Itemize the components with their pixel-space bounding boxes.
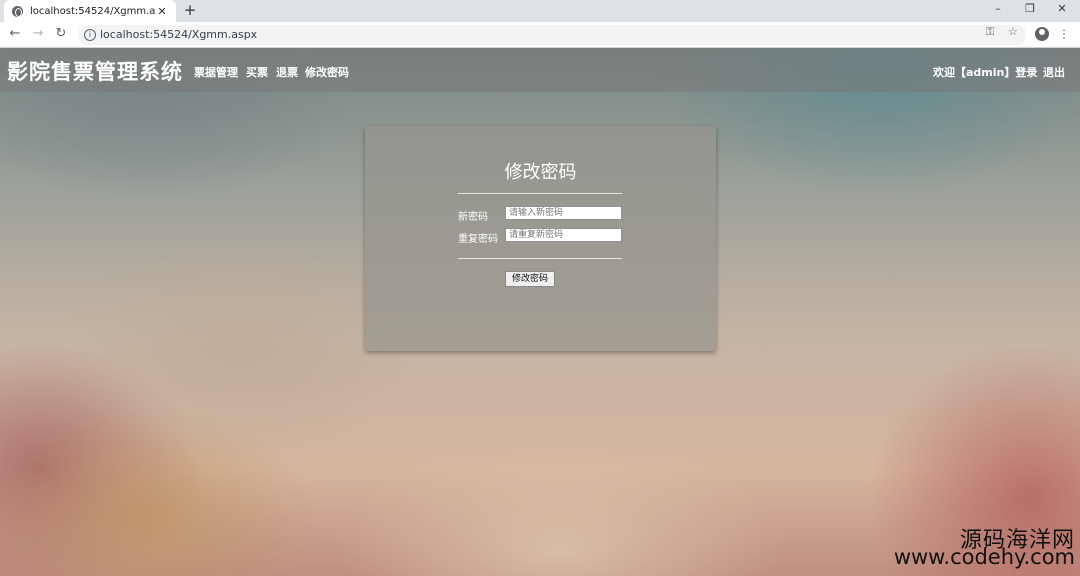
key-icon[interactable]: ⚿ [986, 25, 994, 39]
reload-icon[interactable]: ↻ [53, 26, 69, 42]
close-window-button[interactable]: ✕ [1046, 0, 1078, 20]
address-bar[interactable]: i localhost:54524/Xgmm.aspx [78, 25, 1026, 45]
nav-ticket-management[interactable]: 票据管理 [194, 64, 238, 80]
browser-tab-strip: localhost:54524/Xgmm.aspx ✕ + – ❐ ✕ [0, 0, 1080, 22]
nav-refund-ticket[interactable]: 退票 [276, 64, 298, 80]
address-url[interactable]: localhost:54524/Xgmm.aspx [100, 28, 257, 41]
new-password-input[interactable] [505, 206, 622, 220]
info-icon[interactable]: i [84, 29, 96, 41]
watermark-url: www.codehy.com [893, 545, 1075, 569]
forward-icon[interactable]: → [30, 26, 46, 42]
tab-close-icon[interactable]: ✕ [156, 5, 168, 18]
repeat-password-label: 重复密码 [458, 234, 498, 245]
back-icon[interactable]: ← [7, 26, 23, 42]
repeat-password-input[interactable] [505, 228, 622, 242]
new-tab-button[interactable]: + [182, 2, 198, 18]
nav-buy-ticket[interactable]: 买票 [246, 64, 268, 80]
browser-toolbar: ← → ↻ i localhost:54524/Xgmm.aspx ⚿ ☆ ⋮ [0, 22, 1080, 48]
change-password-panel: 修改密码 新密码 重复密码 修改密码 [365, 126, 716, 351]
minimize-button[interactable]: – [982, 0, 1014, 20]
page-background: 影院售票管理系统 票据管理 买票 退票 修改密码 欢迎【admin】登录 退出 … [0, 48, 1080, 576]
site-title: 影院售票管理系统 [7, 60, 183, 84]
tab-title: localhost:54524/Xgmm.aspx [30, 5, 156, 17]
menu-icon[interactable]: ⋮ [1058, 26, 1070, 42]
new-password-label: 新密码 [458, 212, 488, 223]
logout-link[interactable]: 退出 [1043, 64, 1065, 80]
browser-tab[interactable]: localhost:54524/Xgmm.aspx ✕ [4, 0, 176, 22]
bottom-divider [458, 258, 622, 259]
profile-icon[interactable] [1035, 27, 1049, 41]
site-header: 影院售票管理系统 票据管理 买票 退票 修改密码 欢迎【admin】登录 退出 [0, 48, 1080, 92]
change-password-button[interactable]: 修改密码 [505, 271, 555, 287]
panel-title: 修改密码 [504, 162, 577, 183]
maximize-button[interactable]: ❐ [1014, 0, 1046, 20]
globe-icon [12, 5, 23, 17]
welcome-text: 欢迎【admin】登录 [933, 66, 1038, 79]
nav-change-password[interactable]: 修改密码 [305, 64, 349, 80]
top-divider [458, 193, 622, 194]
star-icon[interactable]: ☆ [1008, 25, 1018, 38]
